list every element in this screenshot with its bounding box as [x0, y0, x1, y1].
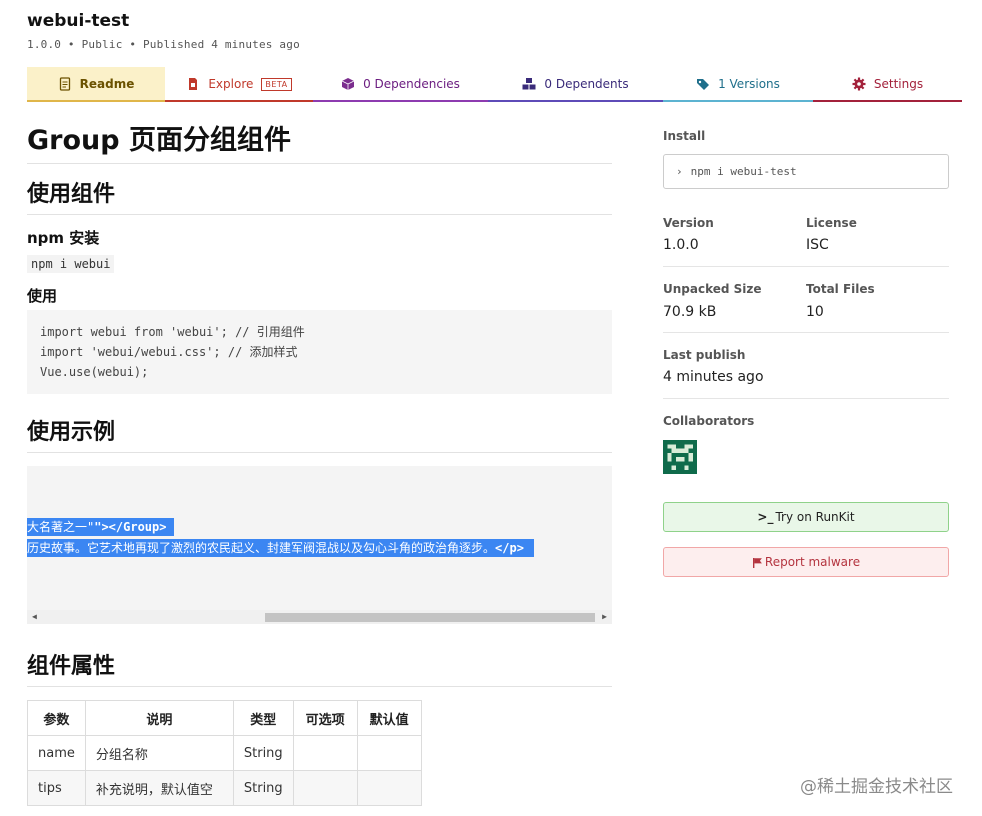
version-license-row: Version 1.0.0 License ISC	[663, 216, 949, 253]
divider	[663, 332, 949, 333]
selected-text: 大名著之一"	[27, 520, 95, 534]
tab-settings-label: Settings	[873, 77, 924, 91]
install-label: Install	[663, 129, 706, 143]
table-cell	[292, 735, 358, 771]
tab-underline	[663, 100, 813, 102]
code-tag: </p>	[495, 541, 524, 555]
props-table: 参数 说明 类型 可选项 默认值 name 分组名称 String tips 补…	[27, 700, 422, 806]
tab-underline	[27, 100, 165, 102]
table-row: tips 补充说明，默认值空 String	[27, 770, 422, 806]
tab-underline	[813, 100, 962, 102]
table-header: 默认值	[356, 700, 422, 736]
box-icon	[341, 77, 355, 91]
table-header: 可选项	[292, 700, 358, 736]
try-on-runkit-button[interactable]: >_ Try on RunKit	[663, 502, 949, 532]
flag-icon	[752, 557, 763, 568]
tab-readme[interactable]: Readme	[27, 67, 165, 102]
selected-text: 历史故事。它艺术地再现了激烈的农民起义、封建军阀混战以及勾心斗角的政治角逐步。	[27, 541, 496, 555]
cubes-icon	[522, 77, 536, 91]
tab-dependents-label: 0 Dependents	[544, 77, 629, 91]
report-malware-label: Report malware	[764, 555, 861, 569]
tab-readme-label: Readme	[79, 77, 135, 91]
scroll-left-icon[interactable]: ◀	[32, 612, 37, 621]
beta-badge: BETA	[261, 77, 292, 91]
last-publish-value: 4 minutes ago	[663, 369, 764, 385]
package-tabs: Readme Explore BETA 0 Dependencies 0 Dep…	[27, 67, 962, 103]
selected-code-line: 历史故事。它艺术地再现了激烈的农民起义、封建军阀混战以及勾心斗角的政治角逐步。<…	[27, 539, 534, 557]
table-header: 说明	[84, 700, 234, 736]
readme-icon	[58, 77, 72, 91]
prompt-icon: ›	[676, 165, 683, 178]
section-heading-use: 使用组件	[27, 164, 612, 215]
tab-settings[interactable]: Settings	[813, 67, 962, 102]
tab-explore-label: Explore	[208, 77, 254, 91]
section-heading-example: 使用示例	[27, 402, 612, 453]
collaborators-label: Collaborators	[663, 414, 755, 428]
total-files-value: 10	[806, 304, 824, 320]
version-value: 1.0.0	[663, 237, 699, 253]
tab-explore[interactable]: Explore BETA	[165, 67, 313, 102]
license-label: License	[806, 216, 857, 230]
code-line: import webui from 'webui'; // 引用组件	[40, 325, 305, 339]
table-cell: String	[232, 735, 294, 771]
tags-icon	[696, 77, 710, 91]
unpacked-size-label: Unpacked Size	[663, 282, 762, 296]
npm-install-heading: npm 安装	[27, 229, 100, 247]
section-heading-props: 组件属性	[27, 636, 612, 687]
sidebar: Install › npm i webui-test Version 1.0.0…	[663, 129, 949, 577]
size-files-row: Unpacked Size 70.9 kB Total Files 10	[663, 282, 949, 320]
last-publish-label: Last publish	[663, 348, 746, 362]
watermark: @稀土掘金技术社区	[800, 777, 953, 797]
total-files-label: Total Files	[806, 282, 875, 296]
tab-underline	[488, 100, 663, 102]
code-tag: "></Group>	[94, 520, 167, 534]
code-line: import 'webui/webui.css'; // 添加样式	[40, 345, 298, 359]
tab-versions-label: 1 Versions	[718, 77, 780, 91]
table-cell: tips	[27, 770, 86, 806]
package-name: webui-test	[27, 11, 130, 31]
table-cell: 分组名称	[84, 735, 234, 771]
license-value: ISC	[806, 237, 829, 253]
usage-heading: 使用	[27, 287, 58, 305]
table-cell: name	[27, 735, 86, 771]
table-row: name 分组名称 String	[27, 735, 422, 771]
table-cell: String	[232, 770, 294, 806]
table-cell	[356, 770, 422, 806]
divider	[663, 398, 949, 399]
collaborator-avatar[interactable]	[663, 440, 697, 474]
tab-versions[interactable]: 1 Versions	[663, 67, 813, 102]
tab-underline	[313, 100, 488, 102]
horizontal-scrollbar[interactable]: ◀ ▶	[27, 610, 612, 624]
readme-content: Group 页面分组组件 使用组件 npm 安装 npm i webui 使用 …	[27, 110, 612, 806]
gear-icon	[852, 77, 866, 91]
table-cell: 补充说明，默认值空	[84, 770, 234, 806]
table-header-row: 参数 说明 类型 可选项 默认值	[27, 700, 422, 736]
example-code-block: 大名著之一""></Group> 历史故事。它艺术地再现了激烈的农民起义、封建军…	[27, 466, 612, 624]
table-header: 参数	[27, 700, 86, 736]
install-command[interactable]: npm i webui-test	[691, 165, 797, 178]
table-cell	[356, 735, 422, 771]
explore-icon	[186, 77, 200, 91]
divider	[663, 266, 949, 267]
report-malware-button[interactable]: Report malware	[663, 547, 949, 577]
install-command-box[interactable]: › npm i webui-test	[663, 154, 949, 189]
scrollbar-thumb[interactable]	[265, 613, 595, 622]
selected-code-line: 大名著之一""></Group>	[27, 518, 175, 536]
unpacked-size-value: 70.9 kB	[663, 304, 717, 320]
runkit-label: Try on RunKit	[775, 510, 855, 524]
usage-code-block: import webui from 'webui'; // 引用组件 impor…	[27, 310, 612, 394]
readme-title: Group 页面分组组件	[27, 110, 612, 164]
scroll-right-icon[interactable]: ▶	[602, 612, 607, 621]
code-line: Vue.use(webui);	[40, 365, 149, 379]
tab-underline	[165, 100, 313, 102]
table-header: 类型	[232, 700, 294, 736]
tab-dependents[interactable]: 0 Dependents	[488, 67, 663, 102]
runkit-icon: >_	[757, 510, 774, 524]
package-meta: 1.0.0 • Public • Published 4 minutes ago	[27, 38, 300, 51]
tab-dependencies-label: 0 Dependencies	[363, 77, 460, 91]
tab-dependencies[interactable]: 0 Dependencies	[313, 67, 488, 102]
npm-install-code: npm i webui	[27, 255, 115, 273]
table-cell	[292, 770, 358, 806]
version-label: Version	[663, 216, 714, 230]
